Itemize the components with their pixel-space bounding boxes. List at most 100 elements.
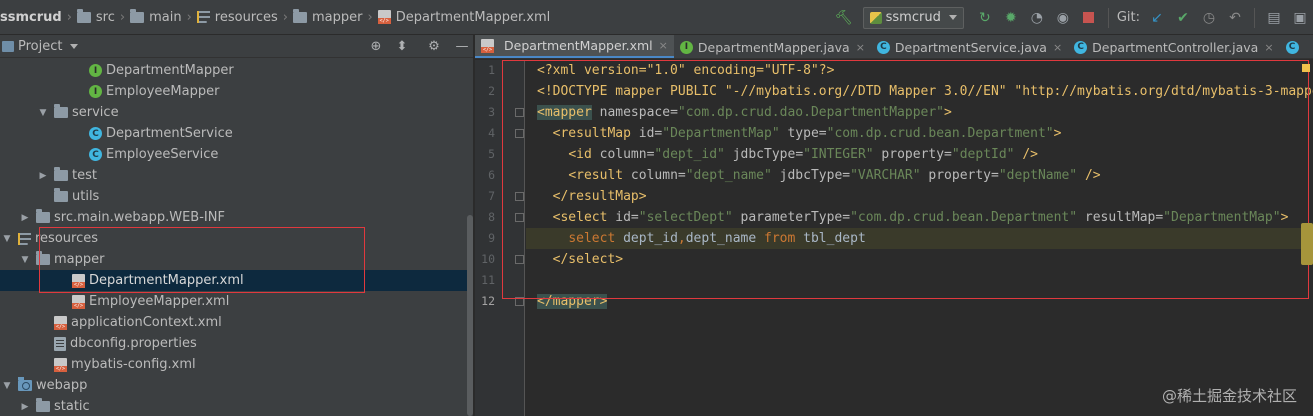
breadcrumb-item[interactable]: resources [196,0,278,35]
run-configuration-selector[interactable]: ssmcrud [862,6,964,29]
breadcrumb: ssmcrud›src›main›resources›mapper›Depart… [0,0,550,35]
code-token: <!DOCTYPE mapper PUBLIC "-//mybatis.org/… [537,84,1313,99]
editor-tab[interactable]: DepartmentMapper.xml × [475,35,674,58]
breadcrumb-label: src [95,9,115,25]
tree-item[interactable]: DepartmentMapper.xml [0,270,473,291]
tree-item-label: webapp [36,378,88,393]
project-structure-icon[interactable]: ▤ [1263,7,1285,29]
tree-item-label: applicationContext.xml [71,315,222,330]
code-line[interactable]: <mapper namespace="com.dp.crud.dao.Depar… [526,102,1313,123]
code-token: jdbcType= [724,147,804,162]
code-line[interactable]: </resultMap> [526,186,1313,207]
tree-item[interactable]: applicationContext.xml [0,312,473,333]
git-history-icon[interactable]: ◷ [1198,7,1220,29]
navigation-bar: ssmcrud›src›main›resources›mapper›Depart… [0,0,1313,35]
tree-item[interactable]: ▼ webapp [0,375,473,396]
breadcrumb-item[interactable]: ssmcrud [0,0,62,35]
xml-file-icon [54,357,67,372]
code-line[interactable]: select dept_id,dept_name from tbl_dept [526,228,1313,249]
breadcrumb-item[interactable]: mapper [293,0,362,35]
debug-bug-icon[interactable]: ✹ [1000,7,1022,29]
git-commit-icon[interactable]: ✔ [1172,7,1194,29]
warning-marker[interactable] [1302,64,1310,72]
find-icon[interactable]: ▣ [1289,7,1311,29]
tree-item[interactable]: ▼ mapper [0,249,473,270]
tree-item[interactable]: ▶ static [0,396,473,416]
fold-marker-icon[interactable] [515,255,524,264]
fold-marker-icon[interactable] [515,129,524,138]
folder-icon [54,188,68,202]
editor-tab[interactable]: I DepartmentMapper.java × [674,35,871,58]
code-line[interactable]: <id column="dept_id" jdbcType="INTEGER" … [526,144,1313,165]
collapse-all-icon[interactable]: ⬍ [393,35,411,58]
code-line[interactable]: </select> [526,249,1313,270]
code-line[interactable] [526,270,1313,291]
breadcrumb-label: ssmcrud [0,9,62,25]
fold-marker-icon[interactable] [515,213,524,222]
tree-item[interactable]: ▼ service [0,102,473,123]
project-panel-title[interactable]: Project [18,39,62,54]
code-line[interactable]: </mapper> [526,291,1313,312]
fold-marker-icon[interactable] [515,297,524,306]
code-token: </select> [552,252,624,267]
breadcrumb-item[interactable]: main [130,0,182,35]
tree-item[interactable]: EmployeeMapper.xml [0,291,473,312]
build-hammer-icon[interactable]: 🔨︎ [833,7,855,29]
tree-item[interactable]: ▶ src.main.webapp.WEB-INF [0,207,473,228]
breadcrumb-item[interactable]: src [76,0,115,35]
code-token: property= [873,147,952,162]
fold-marker-icon[interactable] [515,192,524,201]
tree-item[interactable]: mybatis-config.xml [0,354,473,375]
code-line[interactable]: <resultMap id="DepartmentMap" type="com.… [526,123,1313,144]
code-token: <id [568,147,592,162]
close-icon[interactable]: × [659,39,668,52]
git-update-icon[interactable]: ↙ [1146,7,1168,29]
code-line[interactable]: <?xml version="1.0" encoding="UTF-8"?> [526,60,1313,81]
tree-item-label: utils [72,189,100,204]
code-token: tbl_dept [795,231,866,246]
locate-file-icon[interactable]: ⊕ [367,35,385,58]
code-area[interactable]: <?xml version="1.0" encoding="UTF-8"?> <!… [526,60,1313,416]
tree-item[interactable]: C DepartmentService [0,123,473,144]
rerun-icon[interactable]: ↻ [974,7,996,29]
tree-item[interactable]: ▶ test [0,165,473,186]
expanded-arrow-icon[interactable]: ▼ [0,234,14,244]
expanded-arrow-icon[interactable]: ▼ [18,255,32,265]
profile-icon[interactable]: ◉ [1052,7,1074,29]
code-line[interactable]: <select id="selectDept" parameterType="c… [526,207,1313,228]
breadcrumb-item[interactable]: DepartmentMapper.xml [377,0,550,35]
code-line[interactable]: <result column="dept_name" jdbcType="VAR… [526,165,1313,186]
tree-item[interactable]: ▼ resources [0,228,473,249]
code-token: </mapper> [537,294,608,309]
expanded-arrow-icon[interactable]: ▼ [36,108,50,118]
close-icon[interactable]: × [856,41,865,54]
expanded-arrow-icon[interactable]: ▼ [0,381,14,391]
tree-scrollbar[interactable] [467,215,473,416]
code-token: "deptName" [998,168,1078,183]
tree-item[interactable]: dbconfig.properties [0,333,473,354]
gear-icon[interactable]: ⚙ [425,35,443,58]
more-tabs-button[interactable]: C [1280,35,1305,58]
chevron-down-icon[interactable] [70,43,79,49]
tree-item[interactable]: I DepartmentMapper [0,60,473,81]
scrollbar-marker[interactable] [1301,223,1313,265]
code-line[interactable]: <!DOCTYPE mapper PUBLIC "-//mybatis.org/… [526,81,1313,102]
stop-icon[interactable] [1078,7,1100,29]
coverage-icon[interactable]: ◔ [1026,7,1048,29]
collapsed-arrow-icon[interactable]: ▶ [36,171,50,181]
close-icon[interactable]: × [1264,41,1273,54]
web-folder-icon [18,377,32,391]
git-revert-icon[interactable]: ↶ [1224,7,1246,29]
hide-panel-icon[interactable]: — [453,35,471,58]
editor-tab[interactable]: C DepartmentService.java × [871,35,1068,58]
tree-item[interactable]: C EmployeeService [0,144,473,165]
tree-item[interactable]: utils [0,186,473,207]
line-number: 3 [488,105,495,119]
collapsed-arrow-icon[interactable]: ▶ [18,213,32,223]
close-icon[interactable]: × [1053,41,1062,54]
fold-marker-icon[interactable] [515,108,524,117]
editor-tab[interactable]: C DepartmentController.java × [1068,35,1279,58]
collapsed-arrow-icon[interactable]: ▶ [18,402,32,412]
tree-item[interactable]: I EmployeeMapper [0,81,473,102]
